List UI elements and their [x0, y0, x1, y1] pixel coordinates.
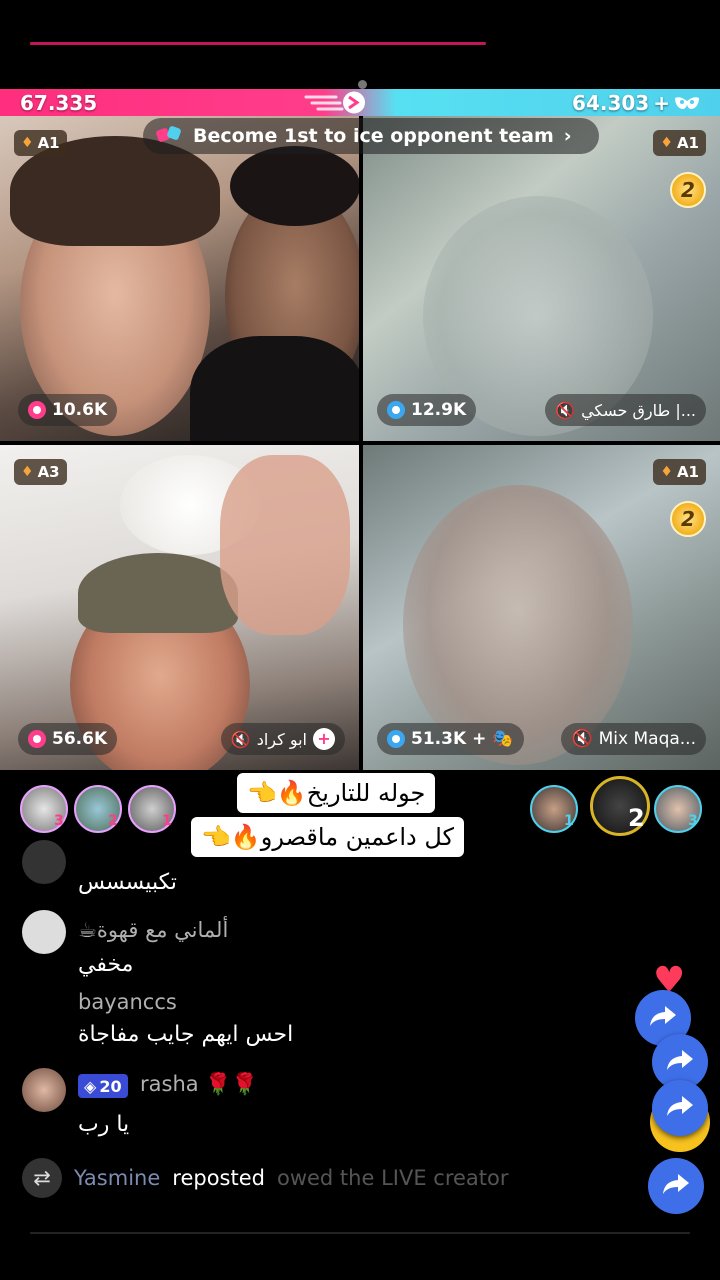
diamond-icon: ◈ [84, 1076, 97, 1096]
coin-icon [28, 730, 46, 748]
ice-banner-text: Become 1st to ice opponent team [193, 125, 554, 147]
repost-icon: ⇄ [22, 1158, 62, 1198]
comment-text: يا رب [78, 1112, 130, 1137]
repost-user[interactable]: Yasmine [74, 1166, 160, 1190]
rank-badge: 2 [670, 501, 706, 537]
chevron-right-icon: › [563, 125, 572, 147]
guest-name-tag[interactable]: 🔇 ابو كراد + [220, 723, 345, 755]
level-badge: ♦ A1 [14, 130, 67, 156]
supporter-rank: 3 [688, 813, 698, 829]
comment-text: مخفي [78, 952, 134, 977]
share-icon [665, 1094, 695, 1122]
mask-icon [674, 91, 700, 115]
level-badge: ♦ A1 [653, 459, 706, 485]
repost-action: reposted [172, 1166, 265, 1190]
mute-icon: 🔇 [230, 729, 251, 749]
avatar [22, 910, 66, 954]
comment-username[interactable]: rasha 🌹🌹 [140, 1072, 258, 1097]
share-icon [665, 1048, 695, 1076]
coin-icon [387, 730, 405, 748]
guest-video-4[interactable]: ♦ A1 2 51.3K + 🎭 🔇 Mix Maqa... [363, 445, 720, 770]
level-badge: ♦ A1 [653, 130, 706, 156]
level-badge: ♦ A3 [14, 459, 67, 485]
supporter-rank: 2 [628, 804, 645, 832]
supporter-rank: 3 [54, 813, 64, 829]
guest-video-2[interactable]: ♦ A1 2 12.9K 🔇 طارق حسكي |... [363, 116, 720, 441]
score-right-group: 64.303 + [572, 91, 700, 115]
supporter-rank: 1 [162, 813, 172, 829]
comment-item[interactable]: bayanccs احس ايهم جايب مفاجاة [22, 990, 582, 1050]
bottom-divider [30, 1232, 690, 1234]
top-progress-line [30, 42, 486, 45]
plus-icon: + [653, 91, 670, 115]
share-button[interactable] [648, 1158, 704, 1214]
rank-badge: 2 [670, 172, 706, 208]
comment-item[interactable]: ◈ 20 rasha 🌹🌹 يا رب [22, 1066, 582, 1142]
comment-username[interactable]: bayanccs [78, 990, 177, 1014]
plus-icon: + [472, 729, 487, 749]
score-right: 64.303 [572, 91, 650, 115]
share-icon [648, 1004, 678, 1032]
comment-item[interactable]: ☕ألماني مع قهوة مخفي [22, 910, 582, 980]
avatar [22, 840, 66, 884]
share-icon [661, 1172, 691, 1200]
mask-icon: 🎭 [492, 729, 514, 749]
score-left: 67.335 [20, 91, 98, 115]
add-guest-icon[interactable]: + [313, 728, 335, 750]
comment-username[interactable]: ☕ألماني مع قهوة [78, 918, 228, 942]
comment-text: احس ايهم جايب مفاجاة [78, 1022, 294, 1047]
avatar [22, 1068, 66, 1112]
vs-arrow-icon [302, 89, 368, 116]
guest-video-3[interactable]: ♦ A3 56.6K 🔇 ابو كراد + [0, 445, 359, 770]
coin-count: 56.6K [18, 723, 118, 755]
pinned-line-1: جوله للتاريخ🔥👈 [237, 773, 436, 813]
guest-name-tag[interactable]: 🔇 Mix Maqa... [561, 723, 706, 755]
repost-notice: ⇄ Yasmine reposted owed the LIVE creator [22, 1158, 662, 1198]
gem-icon: ♦ [660, 135, 673, 151]
guest-video-1[interactable]: ♦ A1 10.6K [0, 116, 359, 441]
share-button[interactable] [652, 1080, 708, 1136]
coin-count: 10.6K [18, 394, 118, 426]
comment-text: تكبيسسس [78, 870, 177, 895]
coin-count: 51.3K + 🎭 [377, 723, 524, 755]
coin-count: 12.9K [377, 394, 477, 426]
supporter-rank: 1 [564, 813, 574, 829]
gem-icon: ♦ [21, 464, 34, 480]
gem-icon: ♦ [21, 135, 34, 151]
guest-name-tag[interactable]: 🔇 طارق حسكي |... [545, 394, 706, 426]
repost-faded-text: owed the LIVE creator [276, 1166, 509, 1190]
ice-banner[interactable]: Become 1st to ice opponent team › [143, 118, 599, 154]
comment-item[interactable]: تكبيسسس [22, 838, 582, 898]
page-indicator-dot [358, 80, 367, 89]
mute-icon: 🔇 [571, 729, 593, 749]
coin-icon [28, 401, 46, 419]
coin-icon [387, 401, 405, 419]
gift-icon [155, 123, 183, 150]
mute-icon: 🔇 [555, 400, 576, 420]
supporter-rank: 2 [108, 813, 118, 829]
gem-icon: ♦ [660, 464, 673, 480]
level-badge: ◈ 20 [78, 1074, 128, 1098]
